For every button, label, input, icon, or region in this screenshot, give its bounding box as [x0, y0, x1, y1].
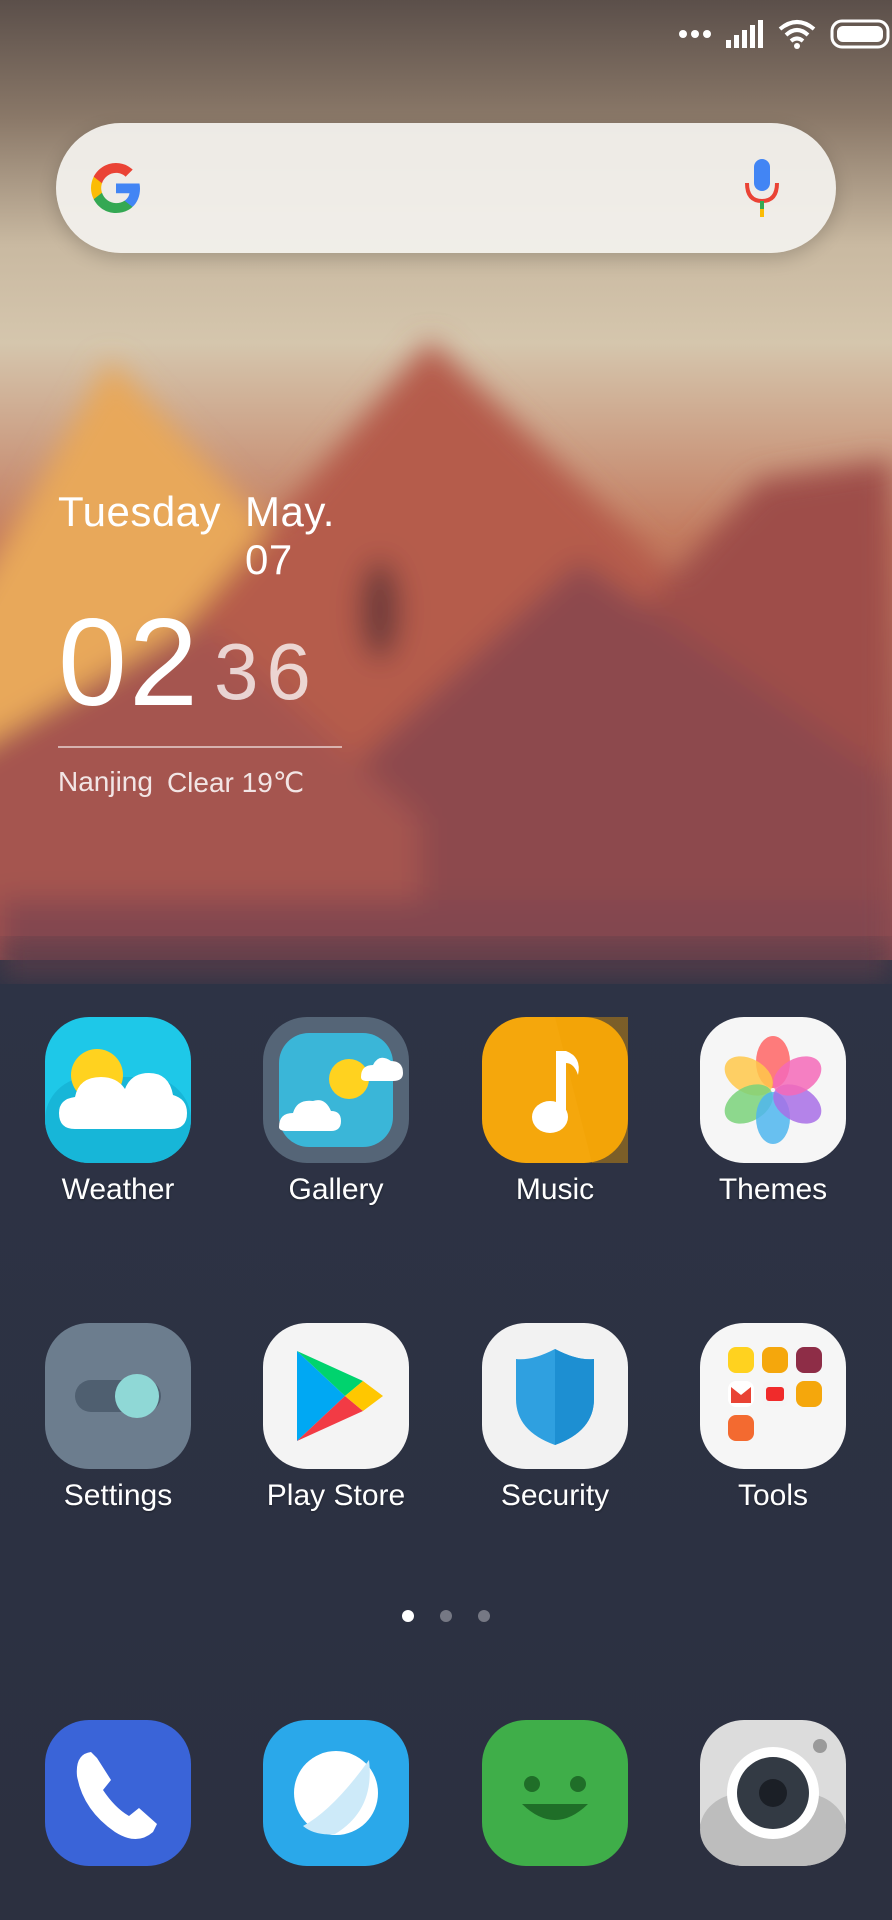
signal-icon: [726, 20, 763, 48]
clock-divider: [58, 746, 342, 748]
clock-minute: 36: [213, 627, 319, 716]
page-indicator[interactable]: [0, 1610, 892, 1622]
google-g-icon: [91, 163, 140, 213]
clock-hour: 02: [58, 594, 200, 732]
mic-icon[interactable]: [742, 157, 782, 219]
music-icon: [482, 1017, 628, 1163]
weather-condition: Clear 19℃: [166, 767, 305, 798]
battery-icon: [830, 19, 890, 49]
date: May. 07: [245, 488, 335, 583]
app-label: Play Store: [266, 1479, 406, 1512]
app-label: Tools: [737, 1479, 809, 1512]
browser-icon: [263, 1720, 409, 1866]
app-music[interactable]: Music: [455, 1017, 655, 1207]
wifi-icon: [778, 20, 816, 49]
page-dot-1[interactable]: [402, 1610, 414, 1622]
app-security[interactable]: Security: [455, 1323, 655, 1513]
camera-icon: [700, 1720, 846, 1866]
clock-weather-widget[interactable]: Tuesday May. 07 02 36 Nanjing Clear 19℃: [58, 488, 358, 799]
app-label: Settings: [63, 1479, 173, 1512]
settings-icon: [45, 1323, 191, 1469]
more-dots-icon: [679, 30, 711, 38]
date-line: Tuesday May. 07: [58, 488, 358, 584]
day-of-week: Tuesday: [58, 488, 222, 535]
dock-camera[interactable]: [673, 1720, 873, 1866]
app-label: Themes: [718, 1173, 828, 1206]
dock-phone[interactable]: [18, 1720, 218, 1866]
phone-icon: [45, 1720, 191, 1866]
app-gallery[interactable]: Gallery: [236, 1017, 436, 1207]
time: 02 36: [58, 594, 358, 732]
page-dot-2[interactable]: [440, 1610, 452, 1622]
tools-folder-icon: [700, 1323, 846, 1469]
app-play-store[interactable]: Play Store: [236, 1323, 436, 1513]
weather-summary: Nanjing Clear 19℃: [58, 766, 358, 799]
city-name: Nanjing: [58, 766, 153, 797]
wallpaper: [0, 0, 892, 1920]
app-settings[interactable]: Settings: [18, 1323, 218, 1513]
app-themes[interactable]: Themes: [673, 1017, 873, 1207]
security-icon: [482, 1323, 628, 1469]
messaging-icon: [482, 1720, 628, 1866]
app-label: Weather: [61, 1173, 175, 1206]
gallery-icon: [263, 1017, 409, 1163]
app-label: Security: [500, 1479, 610, 1512]
page-dot-3[interactable]: [478, 1610, 490, 1622]
themes-icon: [700, 1017, 846, 1163]
play-store-icon: [263, 1323, 409, 1469]
app-label: Music: [515, 1173, 595, 1206]
google-search-bar[interactable]: [56, 123, 836, 253]
status-bar: [0, 0, 892, 70]
app-weather[interactable]: Weather: [18, 1017, 218, 1207]
dock-messaging[interactable]: [455, 1720, 655, 1866]
app-label: Gallery: [288, 1173, 384, 1206]
folder-tools[interactable]: Tools: [673, 1323, 873, 1513]
dock-browser[interactable]: [236, 1720, 436, 1866]
weather-icon: [45, 1017, 191, 1163]
